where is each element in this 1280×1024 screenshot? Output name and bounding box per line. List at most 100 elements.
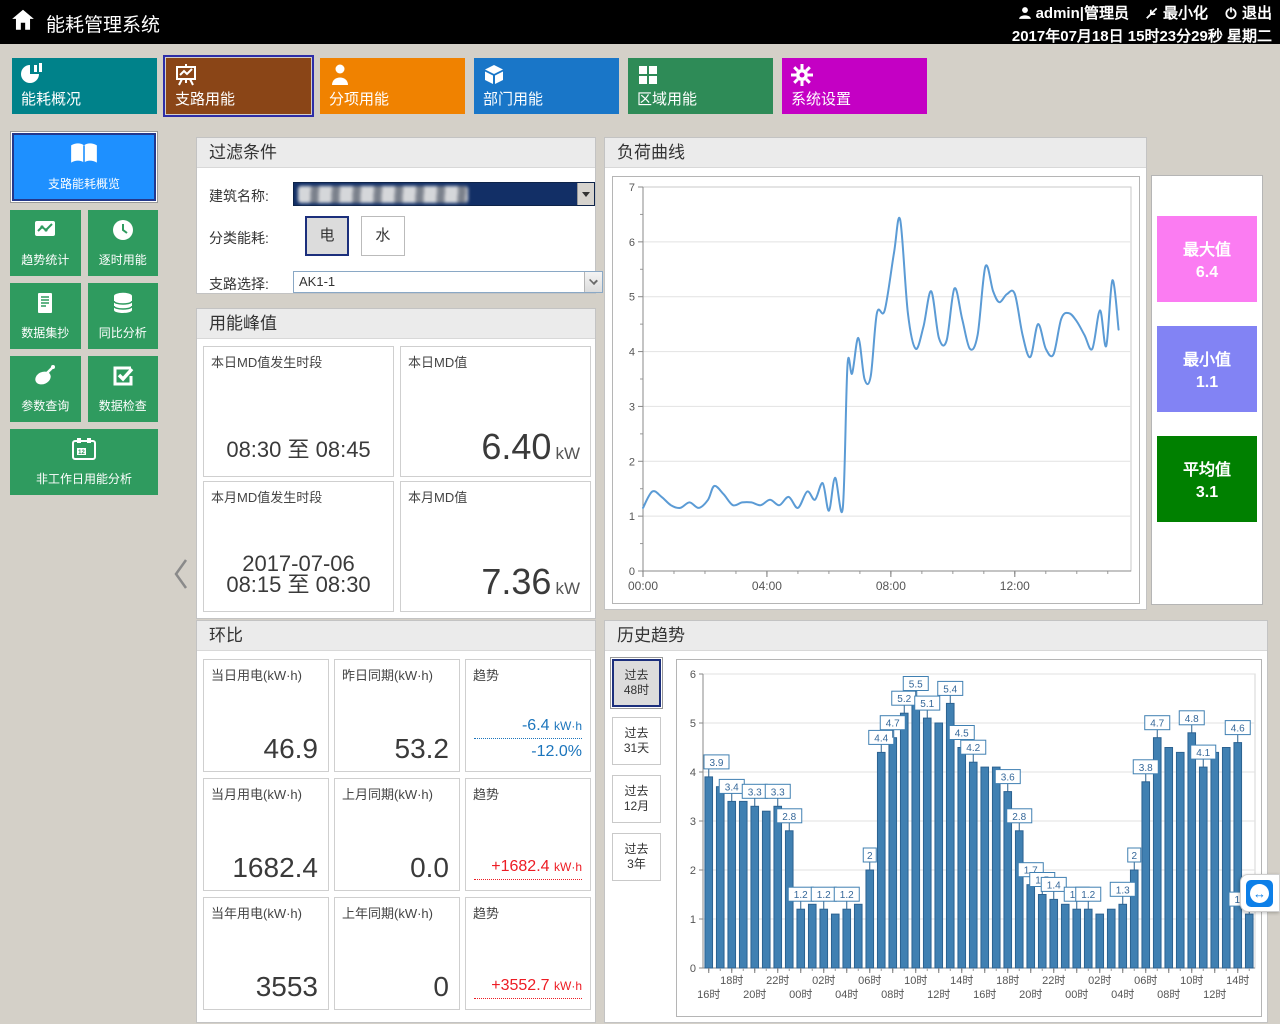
teamviewer-badge[interactable]: ↔ — [1240, 874, 1280, 912]
svg-text:5.2: 5.2 — [897, 694, 911, 705]
svg-text:1.4: 1.4 — [1047, 880, 1061, 891]
min-value-tile: 最小值1.1 — [1157, 326, 1257, 412]
today-usage-value: 46.9 — [264, 733, 319, 765]
user-icon — [1018, 6, 1032, 20]
svg-text:6: 6 — [690, 669, 696, 681]
svg-text:4.7: 4.7 — [886, 719, 900, 730]
year-usage-value: 3553 — [256, 971, 318, 1003]
building-select[interactable] — [293, 182, 595, 206]
main-nav: 能耗概况 支路用能 分项用能 部门用能 区域用能 系统设置 — [12, 58, 927, 114]
today-md-period-value: 08:30 至 08:45 — [204, 432, 393, 464]
svg-text:20时: 20时 — [1019, 988, 1042, 1001]
svg-text:0: 0 — [690, 963, 696, 975]
nav-tile-branch-energy[interactable]: 支路用能 — [166, 58, 311, 114]
dropdown-arrow-icon[interactable] — [584, 272, 602, 292]
year-trend-card: 趋势 +3552.7 kW·h — [465, 897, 591, 1010]
nav-tile-energy-overview[interactable]: 能耗概况 — [12, 58, 157, 114]
svg-text:02时: 02时 — [1088, 974, 1111, 987]
sidebar-item-parameter-query[interactable]: 参数查询 — [10, 356, 81, 422]
svg-text:3.8: 3.8 — [1139, 763, 1153, 774]
svg-text:06时: 06时 — [1134, 974, 1157, 987]
category-button-water[interactable]: 水 — [361, 216, 405, 256]
branch-select[interactable]: AK1-1 — [293, 271, 603, 293]
power-icon — [1224, 6, 1238, 20]
svg-text:3.9: 3.9 — [710, 758, 724, 769]
lastmonth-usage-card: 上月同期(kW·h) 0.0 — [334, 778, 460, 891]
svg-text:1.3: 1.3 — [1116, 885, 1130, 896]
nav-tile-area-energy[interactable]: 区域用能 — [628, 58, 773, 114]
book-icon — [69, 142, 99, 171]
svg-text:4.8: 4.8 — [1185, 714, 1199, 725]
dropdown-arrow-icon[interactable] — [577, 183, 594, 205]
svg-text:4.7: 4.7 — [1150, 719, 1164, 730]
svg-text:10时: 10时 — [904, 974, 927, 987]
today-md-value-card: 本日MD值 6.40kW — [400, 346, 591, 477]
svg-text:2: 2 — [1131, 851, 1137, 862]
sidebar-item-branch-overview[interactable]: 支路能耗概览 — [12, 133, 156, 201]
branch-select-value: AK1-1 — [299, 274, 335, 289]
svg-text:3: 3 — [629, 401, 635, 413]
svg-text:22时: 22时 — [1042, 974, 1065, 987]
sidebar-item-data-collection[interactable]: 数据集抄 — [10, 283, 81, 349]
yesterday-usage-value: 53.2 — [395, 733, 450, 765]
user-menu[interactable]: admin|管理员 — [1018, 2, 1129, 23]
collapse-sidebar-chevron[interactable] — [170, 556, 192, 597]
category-button-electricity[interactable]: 电 — [305, 216, 349, 256]
svg-text:12: 12 — [78, 450, 85, 456]
logout-button[interactable]: 退出 — [1224, 2, 1272, 23]
sidebar-item-trend-stats[interactable]: 趋势统计 — [10, 210, 81, 276]
svg-text:04:00: 04:00 — [752, 579, 782, 593]
tab-past-48h[interactable]: 过去48时 — [612, 659, 661, 707]
svg-text:14时: 14时 — [950, 974, 973, 987]
svg-text:08时: 08时 — [881, 988, 904, 1001]
svg-text:1.2: 1.2 — [817, 890, 831, 901]
svg-text:4.1: 4.1 — [1196, 748, 1210, 759]
branch-label: 支路选择: — [209, 274, 279, 294]
svg-text:3.3: 3.3 — [771, 787, 785, 798]
minimize-button[interactable]: 最小化 — [1145, 2, 1208, 23]
tab-past-3y[interactable]: 过去3年 — [612, 833, 661, 881]
svg-text:3: 3 — [690, 816, 696, 828]
ring-comparison-panel: 环比 当日用电(kW·h) 46.9 昨日同期(kW·h) 53.2 趋势 -6… — [196, 620, 596, 1023]
svg-text:4.4: 4.4 — [874, 733, 888, 744]
svg-text:08时: 08时 — [1157, 988, 1180, 1001]
document-icon — [33, 291, 57, 320]
nav-tile-system-settings[interactable]: 系统设置 — [782, 58, 927, 114]
sidebar-item-data-check[interactable]: 数据检查 — [88, 356, 159, 422]
home-icon[interactable] — [10, 7, 36, 39]
teamviewer-icon: ↔ — [1246, 880, 1273, 907]
month-usage-card: 当月用电(kW·h) 1682.4 — [203, 778, 329, 891]
svg-text:2: 2 — [690, 865, 696, 877]
svg-text:4.2: 4.2 — [966, 743, 980, 754]
load-curve-title: 负荷曲线 — [605, 138, 1146, 168]
ring-panel-title: 环比 — [197, 621, 595, 651]
svg-text:2: 2 — [867, 851, 873, 862]
yesterday-usage-card: 昨日同期(kW·h) 53.2 — [334, 659, 460, 772]
svg-text:00:00: 00:00 — [628, 579, 658, 593]
sidebar-item-nonworkday-analysis[interactable]: 12 非工作日用能分析 — [10, 429, 158, 495]
svg-text:5: 5 — [629, 292, 635, 304]
sidebar-item-hourly-energy[interactable]: 逐时用能 — [88, 210, 159, 276]
svg-text:14时: 14时 — [1226, 974, 1249, 987]
svg-text:12时: 12时 — [927, 988, 950, 1001]
nav-tile-department-energy[interactable]: 部门用能 — [474, 58, 619, 114]
today-md-period-card: 本日MD值发生时段 08:30 至 08:45 — [203, 346, 394, 477]
svg-text:6: 6 — [629, 237, 635, 249]
sidebar-item-yoy-analysis[interactable]: 同比分析 — [88, 283, 159, 349]
database-icon — [110, 291, 136, 320]
nav-tile-subitem-energy[interactable]: 分项用能 — [320, 58, 465, 114]
app-title: 能耗管理系统 — [46, 10, 160, 37]
category-label: 分类能耗: — [209, 228, 279, 248]
check-box-icon — [111, 364, 135, 393]
top-bar: 能耗管理系统 admin|管理员 最小化 退出 2017年07月18日 15时2… — [0, 0, 1280, 44]
svg-text:1.2: 1.2 — [794, 890, 808, 901]
tab-past-31d[interactable]: 过去31天 — [612, 717, 661, 765]
tab-past-12m[interactable]: 过去12月 — [612, 775, 661, 823]
svg-text:2.8: 2.8 — [1012, 812, 1026, 823]
svg-text:5.1: 5.1 — [920, 699, 934, 710]
svg-text:4.5: 4.5 — [955, 729, 969, 740]
svg-text:08:00: 08:00 — [876, 579, 906, 593]
month-md-period-card: 本月MD值发生时段 2017-07-06 08:15 至 08:30 — [203, 481, 394, 612]
svg-text:16时: 16时 — [697, 988, 720, 1001]
svg-text:2: 2 — [629, 456, 635, 468]
